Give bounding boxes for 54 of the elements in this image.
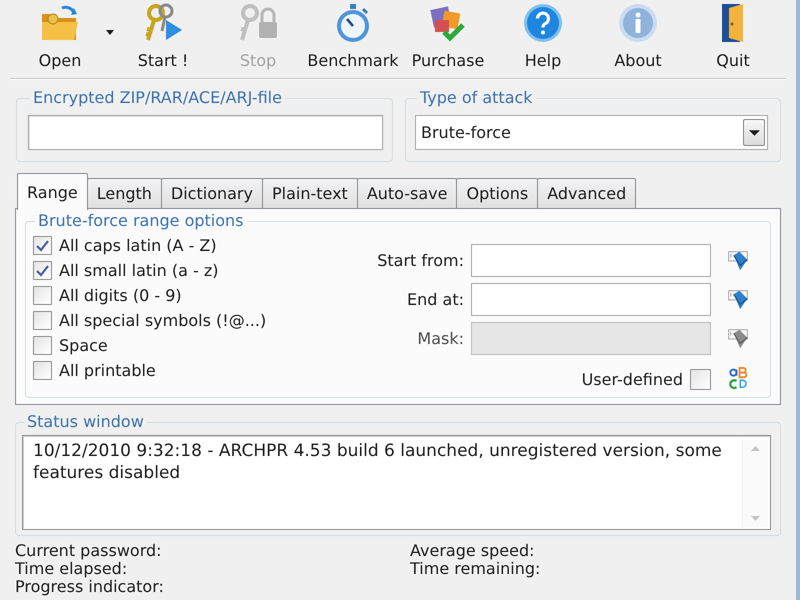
caret-icon <box>748 130 760 136</box>
check-icon <box>36 264 49 276</box>
help-icon <box>522 2 564 44</box>
checkbox-label[interactable]: All special symbols (!@...) <box>59 311 266 330</box>
checkbox-label[interactable]: Space <box>59 336 108 355</box>
scroll-down-icon[interactable] <box>751 516 760 521</box>
tab[interactable]: Dictionary <box>160 178 263 209</box>
stat-label: Average speed: <box>410 542 536 560</box>
tab[interactable]: Auto-save <box>356 178 458 209</box>
caret-icon[interactable] <box>106 30 114 35</box>
tab[interactable]: Plain-text <box>262 178 358 209</box>
checkbox-label[interactable]: All caps latin (A - Z) <box>59 236 217 255</box>
checkbox[interactable] <box>33 236 52 255</box>
field-label: End at: <box>407 290 464 309</box>
stat-label: Time remaining: <box>410 560 542 578</box>
toolbar-button[interactable]: About <box>592 0 684 74</box>
checkbox[interactable] <box>33 361 52 380</box>
checkbox[interactable] <box>690 368 711 390</box>
attack-type-select[interactable]: Brute-force <box>415 115 768 150</box>
dropdown-button[interactable] <box>743 119 765 146</box>
toolbar-button[interactable]: Open <box>17 0 103 74</box>
checkbox-label[interactable]: All printable <box>59 361 156 380</box>
stat-label: Current password: <box>15 542 163 560</box>
tab[interactable]: Advanced <box>537 178 636 209</box>
checkbox[interactable] <box>33 311 52 330</box>
scroll-up-icon[interactable] <box>751 446 760 451</box>
checkbox[interactable] <box>33 336 52 355</box>
tab[interactable]: Length <box>86 178 162 209</box>
input-field[interactable] <box>471 283 711 316</box>
checkbox-label[interactable]: User-defined <box>582 370 683 388</box>
checkbox-label[interactable]: All digits (0 - 9) <box>59 286 182 305</box>
tab[interactable]: Options <box>456 178 538 209</box>
status-message: 10/12/2010 9:32:18 - ARCHPR 4.53 build 6 launched, unregistered version, some features disabled <box>33 440 723 485</box>
group-title: Encrypted ZIP/RAR/ACE/ARJ-file <box>32 88 283 108</box>
scrollbar[interactable] <box>742 440 768 527</box>
group-title: Status window <box>26 412 145 432</box>
group-title: Brute-force range options <box>37 211 244 231</box>
toolbar-button[interactable]: Start ! <box>117 0 209 74</box>
toolbar-button[interactable]: Help <box>497 0 589 74</box>
input-field[interactable] <box>471 244 711 277</box>
group-title: Type of attack <box>419 88 534 108</box>
toolbar-button[interactable]: Quit <box>687 0 779 74</box>
file-input-field[interactable] <box>28 115 383 150</box>
checkbox[interactable] <box>33 286 52 305</box>
check-icon <box>36 240 49 252</box>
field-label: Mask: <box>417 329 464 348</box>
field-label: Start from: <box>377 251 464 270</box>
toolbar-button[interactable]: Benchmark <box>307 0 399 74</box>
checkbox-label[interactable]: All small latin (a - z) <box>59 261 218 280</box>
toolbar-button[interactable]: Purchase <box>402 0 494 74</box>
stat-label: Progress indicator: <box>15 578 165 596</box>
tab[interactable]: Range <box>17 173 88 210</box>
checkbox[interactable] <box>33 261 52 280</box>
stat-label: Time elapsed: <box>15 560 128 578</box>
